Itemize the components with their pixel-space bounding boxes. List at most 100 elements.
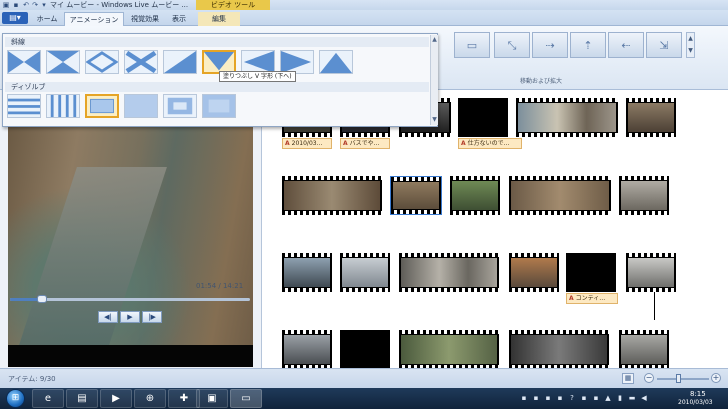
- clip-r1-4[interactable]: [458, 98, 508, 137]
- clip-r3-1[interactable]: [282, 253, 332, 292]
- scroll-down-icon[interactable]: ▼: [431, 115, 438, 125]
- tray-icon-5[interactable]: ?: [568, 394, 576, 402]
- tray-icon-4[interactable]: ▪: [556, 394, 564, 402]
- clip-r3-2[interactable]: [340, 253, 390, 292]
- diagonal-transition-9[interactable]: [319, 50, 353, 74]
- next-frame-button[interactable]: |▶: [142, 311, 162, 323]
- taskbar-folder-icon[interactable]: ▭: [230, 389, 262, 408]
- tray-icon-7[interactable]: ▪: [592, 394, 600, 402]
- app-icon[interactable]: ▣: [2, 1, 10, 9]
- redo-icon[interactable]: ↷: [31, 1, 39, 9]
- clip-r2-3[interactable]: [450, 176, 500, 215]
- caption-badge-1[interactable]: A 2010/03…: [282, 138, 332, 149]
- tray-icon-3[interactable]: ▪: [544, 394, 552, 402]
- clip-r4-2[interactable]: [340, 330, 390, 368]
- taskbar-media-player-icon[interactable]: ▶: [100, 389, 132, 408]
- seek-thumb[interactable]: [36, 295, 47, 303]
- filmstrip-perforation: [282, 330, 332, 334]
- clip-r4-5[interactable]: [619, 330, 669, 368]
- taskbar-hp-icon[interactable]: ⊕: [134, 389, 166, 408]
- zoom-out-button[interactable]: −: [644, 373, 654, 383]
- dissolve-transition-4[interactable]: [124, 94, 158, 118]
- tab-edit[interactable]: 編集: [198, 12, 240, 26]
- chevron-up-icon[interactable]: ▲: [687, 33, 694, 45]
- start-button[interactable]: ⊞: [6, 389, 25, 408]
- clip-thumbnail: [342, 335, 388, 364]
- clip-r4-4[interactable]: [509, 330, 609, 368]
- clip-r3-4[interactable]: [509, 253, 559, 292]
- clip-r1-5[interactable]: [516, 98, 618, 137]
- gallery-scrollbar[interactable]: ▲ ▼: [430, 35, 438, 125]
- clip-r3-5[interactable]: [566, 253, 616, 292]
- tray-icon-1[interactable]: ▪: [520, 394, 528, 402]
- dissolve-transition-6[interactable]: [202, 94, 236, 118]
- clip-r4-3[interactable]: [399, 330, 499, 368]
- zoom-slider-thumb[interactable]: [675, 374, 681, 383]
- zoom-in-button[interactable]: +: [711, 373, 721, 383]
- tab-view[interactable]: 表示: [166, 12, 192, 26]
- pan-zoom-thumb-2[interactable]: ⇢: [532, 32, 568, 58]
- pan-zoom-none-thumb[interactable]: ▭: [454, 32, 490, 58]
- filmstrip-perforation: [509, 176, 611, 180]
- dissolve-transition-3[interactable]: [85, 94, 119, 118]
- clock-date[interactable]: 2010/03/03: [678, 399, 713, 406]
- taskbar-ie-icon[interactable]: e: [32, 389, 64, 408]
- network-icon[interactable]: ▮: [616, 394, 624, 402]
- clip-r3-3[interactable]: [399, 253, 499, 292]
- zoom-slider-track[interactable]: [657, 378, 709, 380]
- diagonal-transition-5[interactable]: [163, 50, 197, 74]
- dissolve-transition-5[interactable]: [163, 94, 197, 118]
- pan-zoom-thumb-3[interactable]: ⇡: [570, 32, 606, 58]
- clip-r2-1[interactable]: [282, 176, 382, 215]
- clip-r2-2-selected[interactable]: [390, 176, 442, 215]
- video-preview[interactable]: [8, 127, 253, 367]
- fill-v-down-icon: [204, 52, 234, 71]
- tray-icon-6[interactable]: ▪: [580, 394, 588, 402]
- diagonal-transition-2[interactable]: [46, 50, 80, 74]
- taskbar: ⊞ e ▤ ▶ ⊕ ✚ ▣ ▭ ▪ ▪ ▪ ▪ ? ▪ ▪ ▲ ▮ ▬ ◀ 8:…: [0, 388, 728, 409]
- tray-icon-2[interactable]: ▪: [532, 394, 540, 402]
- status-bar: アイテム: 9/30 ▦ − +: [0, 368, 728, 388]
- undo-icon[interactable]: ↶: [22, 1, 30, 9]
- battery-icon[interactable]: ▬: [628, 394, 636, 402]
- caption-badge-2[interactable]: A バスでや…: [340, 138, 390, 149]
- volume-icon[interactable]: ◀: [640, 394, 648, 402]
- scroll-track[interactable]: [431, 45, 438, 115]
- previous-frame-button[interactable]: ◀|: [98, 311, 118, 323]
- clock-time[interactable]: 8:15: [690, 390, 706, 398]
- save-icon[interactable]: ▪: [12, 1, 20, 9]
- filmstrip-perforation: [509, 253, 559, 257]
- thumbnail-size-button[interactable]: ▦: [622, 373, 634, 384]
- quick-access-dropdown-icon[interactable]: ▾: [40, 1, 48, 9]
- dissolve-transition-2[interactable]: [46, 94, 80, 118]
- filmstrip-perforation: [399, 288, 499, 292]
- diagonal-transition-4[interactable]: [124, 50, 158, 74]
- scroll-up-icon[interactable]: ▲: [431, 35, 438, 45]
- diagonal-wipe-icon: [164, 51, 196, 73]
- diagonal-transition-1[interactable]: [7, 50, 41, 74]
- diagonal-transition-3[interactable]: [85, 50, 119, 74]
- pan-zoom-gallery-scroll[interactable]: ▲ ▼: [686, 32, 695, 58]
- tab-animations[interactable]: アニメーション: [64, 12, 124, 26]
- chevron-down-icon[interactable]: ▼: [687, 45, 694, 57]
- taskbar-movie-maker-icon[interactable]: ▣: [196, 389, 228, 408]
- clip-r3-6[interactable]: [626, 253, 676, 292]
- clip-r2-4[interactable]: [509, 176, 611, 215]
- play-button[interactable]: ▶: [120, 311, 140, 323]
- caption-badge-4[interactable]: A コンティ…: [566, 293, 618, 304]
- clip-r2-5[interactable]: [619, 176, 669, 215]
- tray-icon-8[interactable]: ▲: [604, 394, 612, 402]
- pan-zoom-thumb-1[interactable]: ⤡: [494, 32, 530, 58]
- tab-visual-effects[interactable]: 視覚効果: [126, 12, 164, 26]
- pan-zoom-thumb-4[interactable]: ⇠: [608, 32, 644, 58]
- dissolve-transition-1[interactable]: [7, 94, 41, 118]
- tab-home[interactable]: ホーム: [32, 12, 62, 26]
- movie-maker-window: ▣ ▪ ↶ ↷ ▾ マイ ムービー - Windows Live ムービー ..…: [0, 0, 728, 409]
- clip-r1-6[interactable]: [626, 98, 676, 137]
- clip-r4-1[interactable]: [282, 330, 332, 368]
- file-menu-button[interactable]: ▤▾: [2, 12, 28, 24]
- dissolve-lines-icon: [8, 98, 40, 115]
- pan-zoom-thumb-5[interactable]: ⇲: [646, 32, 682, 58]
- taskbar-explorer-icon[interactable]: ▤: [66, 389, 98, 408]
- caption-badge-3[interactable]: A 仕方ないので…: [458, 138, 522, 149]
